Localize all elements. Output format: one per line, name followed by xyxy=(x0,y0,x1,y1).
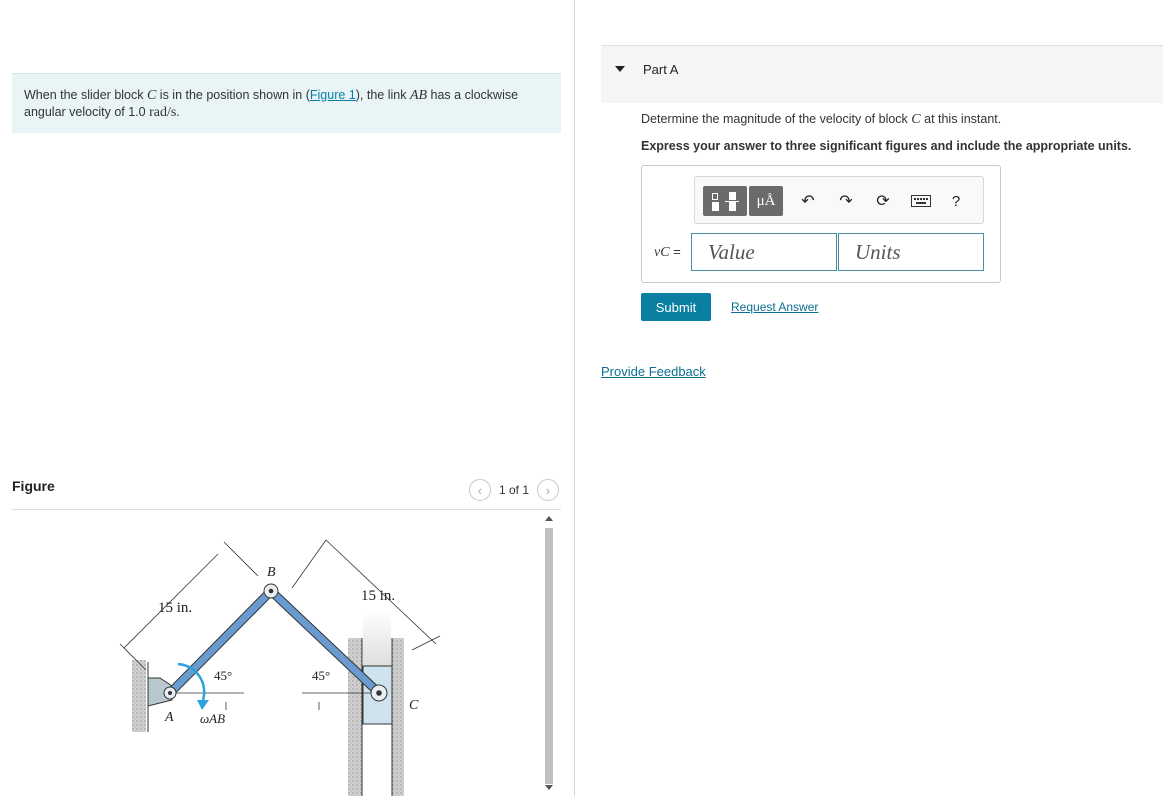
instruction-text: Express your answer to three significant… xyxy=(641,139,1132,153)
pager-text: 1 of 1 xyxy=(498,483,529,497)
part-title: Part A xyxy=(643,62,679,77)
submit-button[interactable]: Submit xyxy=(641,293,711,321)
answer-box: μÅ ↶ ↷ ⟳ ? vC = xyxy=(641,165,1001,283)
unit-symbol: rad/s xyxy=(149,105,177,120)
keyboard-glyph xyxy=(911,195,931,207)
answer-symbol: vC xyxy=(654,245,670,260)
label-omega: ωAB xyxy=(200,711,225,726)
figure-pager: ‹ 1 of 1 › xyxy=(468,479,559,501)
pin-c-center xyxy=(376,690,382,696)
link-symbol: AB xyxy=(409,88,428,103)
pin-a-center xyxy=(168,691,172,695)
question-symbol: C xyxy=(911,112,921,127)
label-point-c: C xyxy=(409,698,419,713)
label-left-length: 15 in. xyxy=(158,600,192,616)
label-point-a: A xyxy=(164,710,174,725)
units-input[interactable] xyxy=(838,233,984,271)
pane-divider[interactable] xyxy=(574,0,575,796)
problem-text-3: ), the link xyxy=(355,88,410,102)
question-text-1: Determine the magnitude of the velocity … xyxy=(641,112,912,126)
figure-link[interactable]: Figure 1 xyxy=(310,88,356,102)
value-input[interactable] xyxy=(691,233,837,271)
reset-icon[interactable]: ⟳ xyxy=(873,190,893,212)
label-angle-right: 45° xyxy=(312,668,330,683)
problem-statement: When the slider block C is in the positi… xyxy=(12,73,561,133)
label-angle-left: 45° xyxy=(214,668,232,683)
templates-icon[interactable] xyxy=(703,186,747,216)
provide-feedback-link[interactable]: Provide Feedback xyxy=(601,364,706,379)
templates-glyph xyxy=(712,192,739,211)
figure-header: Figure ‹ 1 of 1 › xyxy=(12,476,561,510)
slot-right-wall xyxy=(392,638,404,796)
scroll-down-icon[interactable] xyxy=(545,785,553,790)
ext-line-b1 xyxy=(223,541,259,577)
units-icon[interactable]: μÅ xyxy=(749,186,783,216)
answer-equals: = xyxy=(669,244,681,259)
redo-icon[interactable]: ↷ xyxy=(836,190,856,212)
caret-down-icon[interactable] xyxy=(615,66,625,72)
keyboard-icon[interactable] xyxy=(909,190,933,212)
scroll-up-icon[interactable] xyxy=(545,516,553,521)
problem-text-1: When the slider block xyxy=(24,88,147,102)
chevron-right-icon[interactable]: › xyxy=(537,479,559,501)
help-icon[interactable]: ? xyxy=(946,190,966,212)
motion-blur xyxy=(363,610,391,666)
mechanism-diagram: 15 in. 15 in. A B C 45° 45° ωAB xyxy=(119,539,441,796)
problem-text-5: . xyxy=(176,105,180,119)
left-pane: When the slider block C is in the positi… xyxy=(0,0,574,796)
dim-line-right-top xyxy=(291,539,327,589)
block-symbol: C xyxy=(146,88,157,103)
label-right-length: 15 in. xyxy=(361,588,395,604)
left-wall xyxy=(132,660,146,732)
answer-label: vC = xyxy=(654,244,681,261)
question-text-2: at this instant. xyxy=(920,112,1002,126)
figure-area: 15 in. 15 in. A B C 45° 45° ωAB xyxy=(12,520,542,796)
part-a-header[interactable]: Part A xyxy=(601,45,1163,103)
figure-scrollbar[interactable] xyxy=(542,512,556,796)
problem-text-2: is in the position shown in ( xyxy=(156,88,310,102)
omega-arrowhead xyxy=(197,700,209,710)
undo-icon[interactable]: ↶ xyxy=(798,190,818,212)
scroll-thumb[interactable] xyxy=(545,528,553,784)
chevron-left-icon[interactable]: ‹ xyxy=(468,479,491,501)
request-answer-link[interactable]: Request Answer xyxy=(731,300,818,314)
label-point-b: B xyxy=(267,565,276,580)
figure-title: Figure xyxy=(12,478,55,494)
ext-line-c xyxy=(411,635,441,651)
question-text: Determine the magnitude of the velocity … xyxy=(641,112,1001,128)
math-toolbar: μÅ ↶ ↷ ⟳ ? xyxy=(694,176,984,224)
pin-b-center xyxy=(268,588,274,594)
